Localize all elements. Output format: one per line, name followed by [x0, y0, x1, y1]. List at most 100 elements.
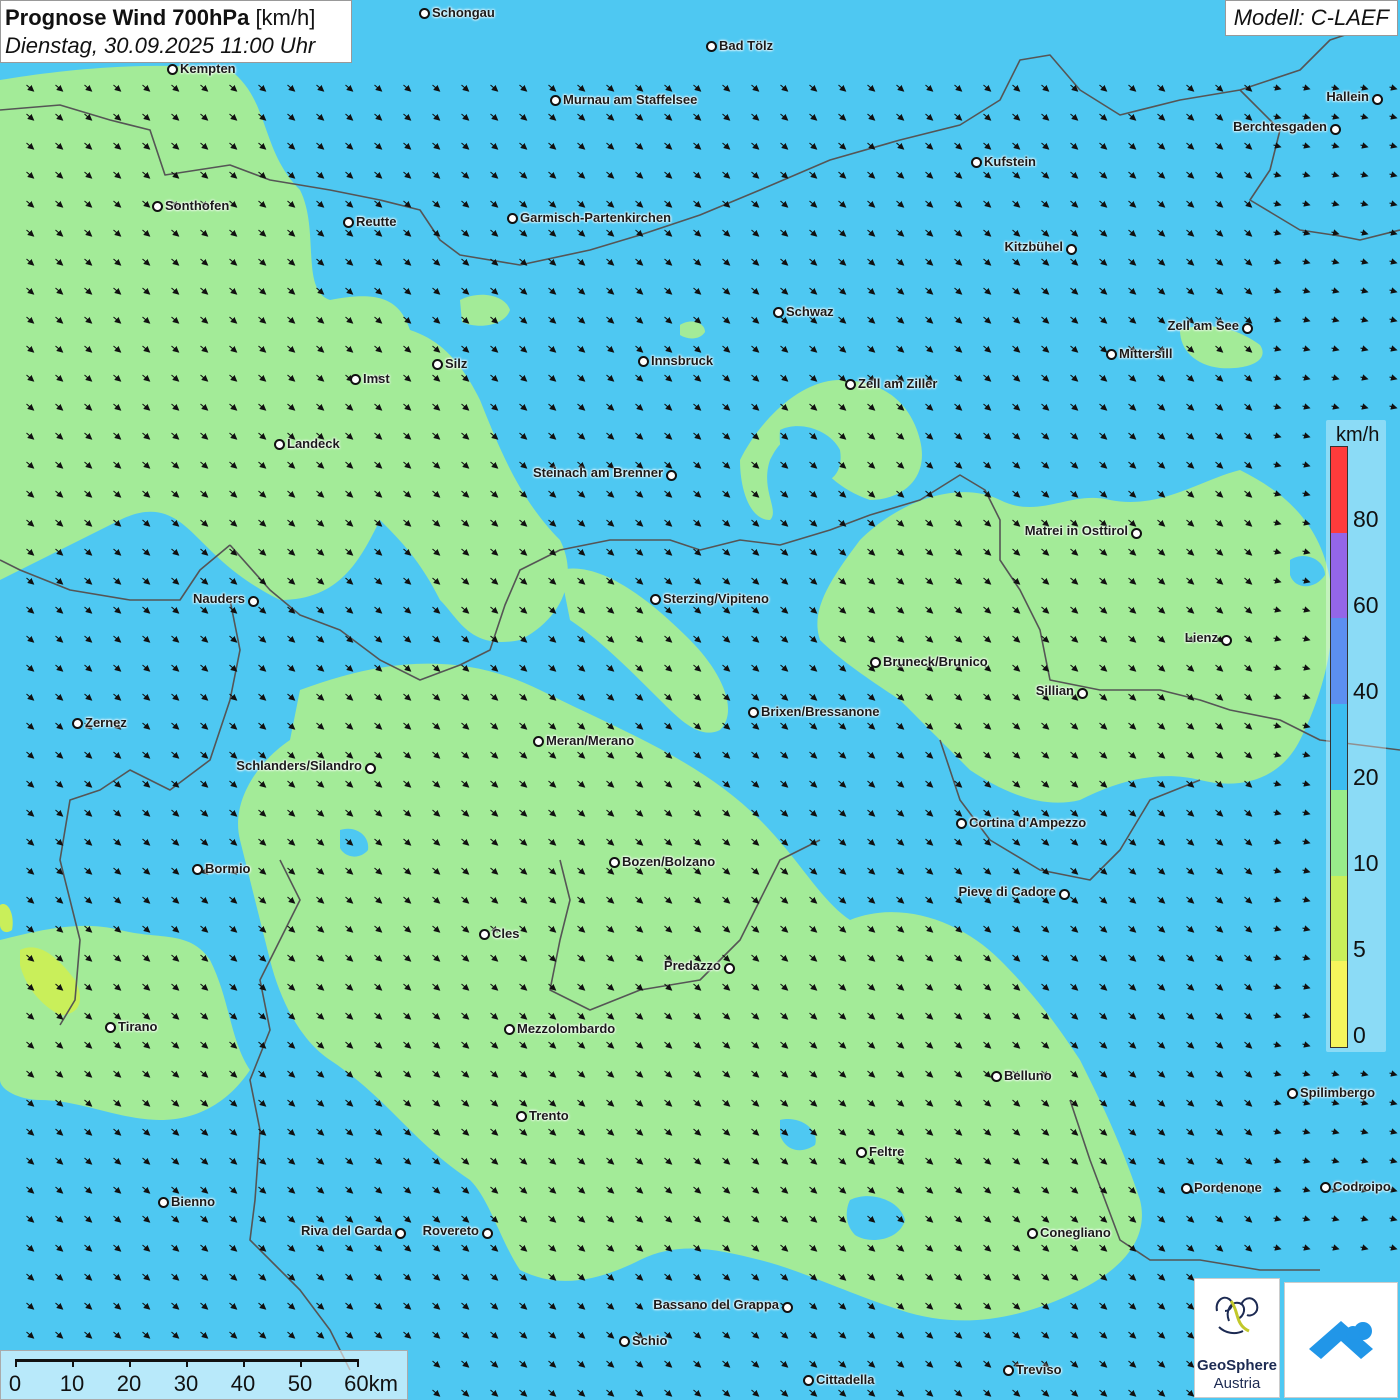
city-label: Bruneck/Brunico	[883, 654, 988, 669]
city-label: Matrei in Osttirol	[1024, 523, 1128, 538]
scale-tick	[357, 1359, 359, 1367]
city-marker	[1003, 1365, 1014, 1376]
city-marker	[516, 1111, 527, 1122]
city-label: Sterzing/Vipiteno	[663, 591, 769, 606]
city-marker	[482, 1228, 493, 1239]
city-marker	[365, 763, 376, 774]
city-marker	[1077, 688, 1088, 699]
city-marker	[856, 1147, 867, 1158]
geosphere-name: GeoSphere	[1196, 1357, 1278, 1374]
city-marker	[533, 736, 544, 747]
legend-unit: km/h	[1336, 424, 1380, 446]
city-marker	[507, 213, 518, 224]
legend-tick-label: 20	[1353, 764, 1379, 790]
city-label: Schlanders/Silandro	[236, 758, 362, 773]
city-marker	[971, 157, 982, 168]
city-marker	[248, 596, 259, 607]
city-marker	[1066, 244, 1077, 255]
city-label: Zernez	[85, 715, 127, 730]
scale-label: 20	[116, 1371, 142, 1396]
city-marker	[152, 201, 163, 212]
geosphere-emblem-icon	[1215, 1296, 1259, 1335]
city-label: Murnau am Staffelsee	[563, 92, 698, 107]
city-label: Cortina d'Ampezzo	[969, 815, 1087, 830]
legend-tick-label: 0	[1353, 1022, 1366, 1048]
legend-segment	[1331, 789, 1347, 876]
city-label: Schongau	[432, 5, 495, 20]
city-label: Imst	[363, 371, 390, 386]
legend-segment	[1331, 447, 1347, 533]
city-label: Mittersill	[1119, 346, 1173, 361]
city-label: Zell am See	[1167, 318, 1239, 333]
scale-label: 0	[8, 1371, 22, 1396]
scale-tick	[72, 1359, 74, 1367]
city-label: Spilimbergo	[1300, 1085, 1376, 1100]
city-marker	[1242, 323, 1253, 334]
city-marker	[504, 1024, 515, 1035]
map-title-main: Prognose Wind 700hPa	[5, 5, 250, 30]
scale-bar: 0 10 20 30 40 50 60km	[0, 1350, 408, 1400]
city-marker	[748, 707, 759, 718]
scale-label: 50	[287, 1371, 313, 1396]
city-marker	[666, 470, 677, 481]
city-marker	[956, 818, 967, 829]
city-label: Tirano	[118, 1019, 158, 1034]
model-label: Modell: C-LAEF	[1224, 0, 1398, 36]
forecast-datetime: Dienstag, 30.09.2025 11:00 Uhr	[5, 33, 316, 58]
legend-segment	[1331, 961, 1347, 1047]
city-label: Hallein	[1326, 89, 1369, 104]
city-marker	[192, 864, 203, 875]
city-marker	[773, 307, 784, 318]
city-label: Bormio	[205, 861, 251, 876]
scale-label: 40	[230, 1371, 256, 1396]
city-marker	[706, 41, 717, 52]
city-label: Bassano del Grappa	[653, 1297, 779, 1312]
city-label: Conegliano	[1040, 1225, 1111, 1240]
city-label: Innsbruck	[651, 353, 714, 368]
scale-tick	[186, 1359, 188, 1367]
city-label: Cles	[492, 926, 520, 941]
city-marker	[619, 1336, 630, 1347]
city-marker	[845, 379, 856, 390]
city-marker	[803, 1375, 814, 1386]
city-marker	[274, 439, 285, 450]
city-marker	[167, 64, 178, 75]
city-label: Pordenone	[1194, 1180, 1262, 1195]
city-marker	[1027, 1228, 1038, 1239]
city-label: Pieve di Cadore	[958, 884, 1056, 899]
geosphere-logo: GeoSphere Austria	[1194, 1278, 1280, 1398]
scale-label: 60km	[344, 1371, 398, 1396]
city-label: Zell am Ziller	[858, 376, 938, 391]
city-marker	[1059, 889, 1070, 900]
city-label: Nauders	[192, 591, 245, 606]
app-logo	[1284, 1282, 1398, 1398]
legend-segment	[1331, 618, 1347, 705]
city-marker	[395, 1228, 406, 1239]
city-label: Codroipo	[1333, 1179, 1391, 1194]
city-label: Sillian	[1035, 683, 1074, 698]
scale-tick	[243, 1359, 245, 1367]
legend-color-bar	[1330, 446, 1348, 1048]
legend-tick-label: 80	[1353, 506, 1379, 532]
app-arrow-cloud-icon	[1309, 1321, 1373, 1359]
city-label: Predazzo	[663, 958, 721, 973]
city-marker	[1372, 94, 1383, 105]
city-label: Sonthofen	[165, 198, 230, 213]
city-label: Kufstein	[984, 154, 1036, 169]
city-marker	[479, 929, 490, 940]
legend-tick-label: 60	[1353, 592, 1379, 618]
city-label: Schwaz	[786, 304, 834, 319]
city-label: Rovereto	[422, 1223, 479, 1238]
city-marker	[343, 217, 354, 228]
city-marker	[870, 657, 881, 668]
legend-tick-label: 10	[1353, 850, 1379, 876]
scale-tick	[300, 1359, 302, 1367]
legend-tick-label: 5	[1353, 936, 1366, 962]
city-label: Kempten	[180, 61, 236, 76]
scale-tick	[129, 1359, 131, 1367]
city-label: Silz	[445, 356, 468, 371]
city-label: Brixen/Bressanone	[761, 704, 880, 719]
city-label: Belluno	[1004, 1068, 1052, 1083]
city-marker	[609, 857, 620, 868]
city-label: Treviso	[1016, 1362, 1062, 1377]
